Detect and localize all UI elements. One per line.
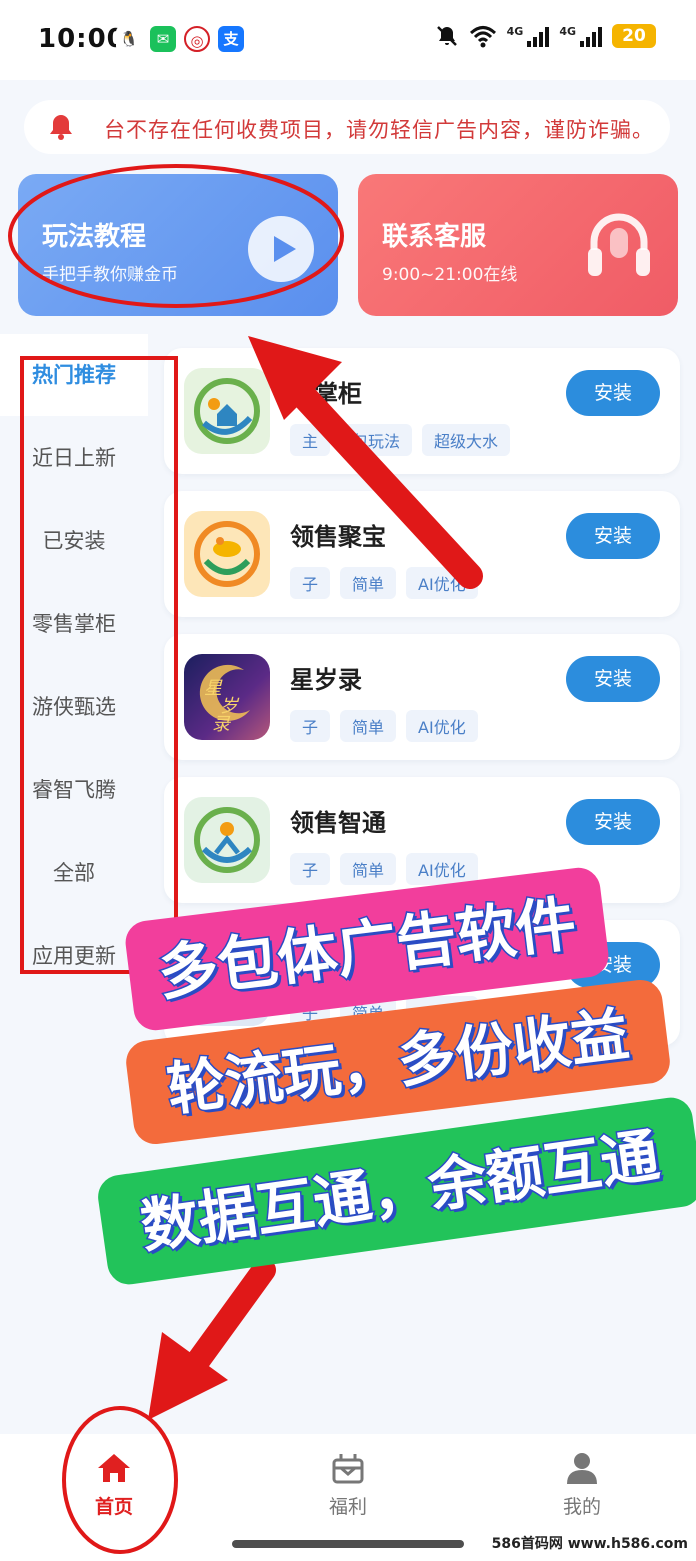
app-logo-icon	[184, 797, 270, 883]
install-button[interactable]: 安装	[566, 942, 660, 988]
sidebar-item-new[interactable]: 近日上新	[0, 417, 148, 499]
app-name: 领售智通	[290, 809, 386, 837]
install-button[interactable]: 安装	[566, 656, 660, 702]
user-icon	[567, 1453, 597, 1484]
app-tag: 简单	[340, 710, 397, 742]
status-indicators: 4G 4G 20	[435, 24, 656, 48]
play-icon	[248, 216, 314, 282]
app-logo-icon	[184, 511, 270, 597]
wechat-icon: ✉	[150, 26, 176, 52]
signal-icon-2: 4G	[559, 25, 602, 47]
list-item[interactable]: 售掌柜 主 包玩法 超级大水 安装	[164, 348, 680, 474]
app-tag: AI优化	[406, 853, 478, 885]
app-tag: 超级大水	[422, 424, 511, 456]
category-sidebar: 热门推荐 近日上新 已安装 零售掌柜 游侠甄选 睿智飞腾 全部 应用更新	[0, 334, 148, 1434]
app-name: 售掌柜	[290, 380, 362, 408]
app-tag: 简单	[340, 567, 397, 599]
list-item[interactable]: 子 简单 AI优化 安装	[164, 920, 680, 1046]
tab-welfare[interactable]: 福利	[288, 1448, 408, 1519]
sidebar-item-ruizhi[interactable]: 睿智飞腾	[0, 749, 148, 831]
app-list: 售掌柜 主 包玩法 超级大水 安装 领售聚宝 子 简单 AI优化 安装 星 岁 …	[148, 334, 696, 1434]
app-tag: 子	[290, 567, 331, 599]
app-tags: 子 简单 AI优化	[290, 996, 478, 1028]
app-name: 领售聚宝	[290, 523, 386, 551]
svg-text:录: 录	[212, 714, 231, 735]
app-tag: 主	[290, 424, 331, 456]
battery-indicator: 20	[612, 24, 656, 48]
install-button[interactable]: 安装	[566, 370, 660, 416]
app-logo-icon	[184, 368, 270, 454]
app-tag: 子	[290, 710, 331, 742]
app-tag: AI优化	[406, 710, 478, 742]
tab-home[interactable]: 首页	[54, 1448, 174, 1519]
notice-text: 台不存在任何收费项目，请勿轻信广告内容，谨防诈骗。	[104, 118, 654, 142]
site-watermark: 586首码网 www.h586.com	[491, 1536, 688, 1552]
mute-bell-icon	[436, 26, 457, 46]
app-logo-icon: 星 岁 录	[184, 654, 270, 740]
status-app-icons: 🐧 ✉ ◎ 支	[116, 26, 244, 52]
app-tags: 子 简单 AI优化	[290, 710, 478, 742]
sidebar-item-all[interactable]: 全部	[0, 832, 148, 914]
signal-icon: 4G	[507, 25, 550, 47]
app-tag: 子	[290, 853, 331, 885]
app-tags: 子 简单 AI优化	[290, 853, 478, 885]
app-tag: 简单	[340, 853, 397, 885]
list-item[interactable]: 领售智通 子 简单 AI优化 安装	[164, 777, 680, 903]
app-tag: AI优化	[406, 996, 478, 1028]
status-time: 10:00	[38, 24, 126, 54]
app-tags: 子 简单 AI优化	[290, 567, 478, 599]
tutorial-card[interactable]: 玩法教程 手把手教你赚金币	[18, 174, 338, 316]
tab-mine[interactable]: 我的	[522, 1448, 642, 1519]
app-name: 星岁录	[290, 666, 362, 694]
bank-icon: ◎	[184, 26, 210, 52]
tab-welfare-label: 福利	[328, 1496, 367, 1518]
wifi-icon	[469, 26, 496, 48]
tutorial-subtitle: 手把手教你赚金币	[42, 265, 178, 285]
bell-icon	[50, 115, 72, 140]
headset-icon	[588, 213, 650, 276]
gift-icon	[332, 1454, 364, 1484]
sidebar-item-installed[interactable]: 已安装	[0, 500, 148, 582]
app-tag: 包玩法	[340, 424, 413, 456]
tab-mine-label: 我的	[562, 1496, 601, 1518]
tab-home-label: 首页	[94, 1496, 133, 1518]
service-title: 联系客服	[382, 222, 487, 252]
list-item[interactable]: 领售聚宝 子 简单 AI优化 安装	[164, 491, 680, 617]
app-tags: 主 包玩法 超级大水	[290, 424, 511, 456]
qq-icon: 🐧	[116, 26, 142, 52]
home-indicator[interactable]	[232, 1540, 464, 1548]
service-subtitle: 9:00~21:00在线	[382, 265, 518, 285]
sidebar-item-retail[interactable]: 零售掌柜	[0, 583, 148, 665]
app-tag: 子	[290, 996, 331, 1028]
list-item[interactable]: 星 岁 录 星岁录 子 简单 AI优化 安装	[164, 634, 680, 760]
sidebar-item-updates[interactable]: 应用更新	[0, 915, 148, 997]
customer-service-card[interactable]: 联系客服 9:00~21:00在线	[358, 174, 678, 316]
app-tag: AI优化	[406, 567, 478, 599]
notice-marquee[interactable]: 台不存在任何收费项目，请勿轻信广告内容，谨防诈骗。	[24, 100, 670, 154]
alipay-icon: 支	[218, 26, 244, 52]
app-logo-icon	[184, 940, 270, 1026]
sidebar-item-hot[interactable]: 热门推荐	[0, 334, 148, 416]
status-bar: 10:00 🐧 ✉ ◎ 支 4G 4G 20	[0, 0, 696, 80]
tutorial-title: 玩法教程	[42, 222, 147, 252]
home-icon	[98, 1454, 130, 1482]
sidebar-item-youxia[interactable]: 游侠甄选	[0, 666, 148, 748]
app-tag: 简单	[340, 996, 397, 1028]
install-button[interactable]: 安装	[566, 513, 660, 559]
install-button[interactable]: 安装	[566, 799, 660, 845]
